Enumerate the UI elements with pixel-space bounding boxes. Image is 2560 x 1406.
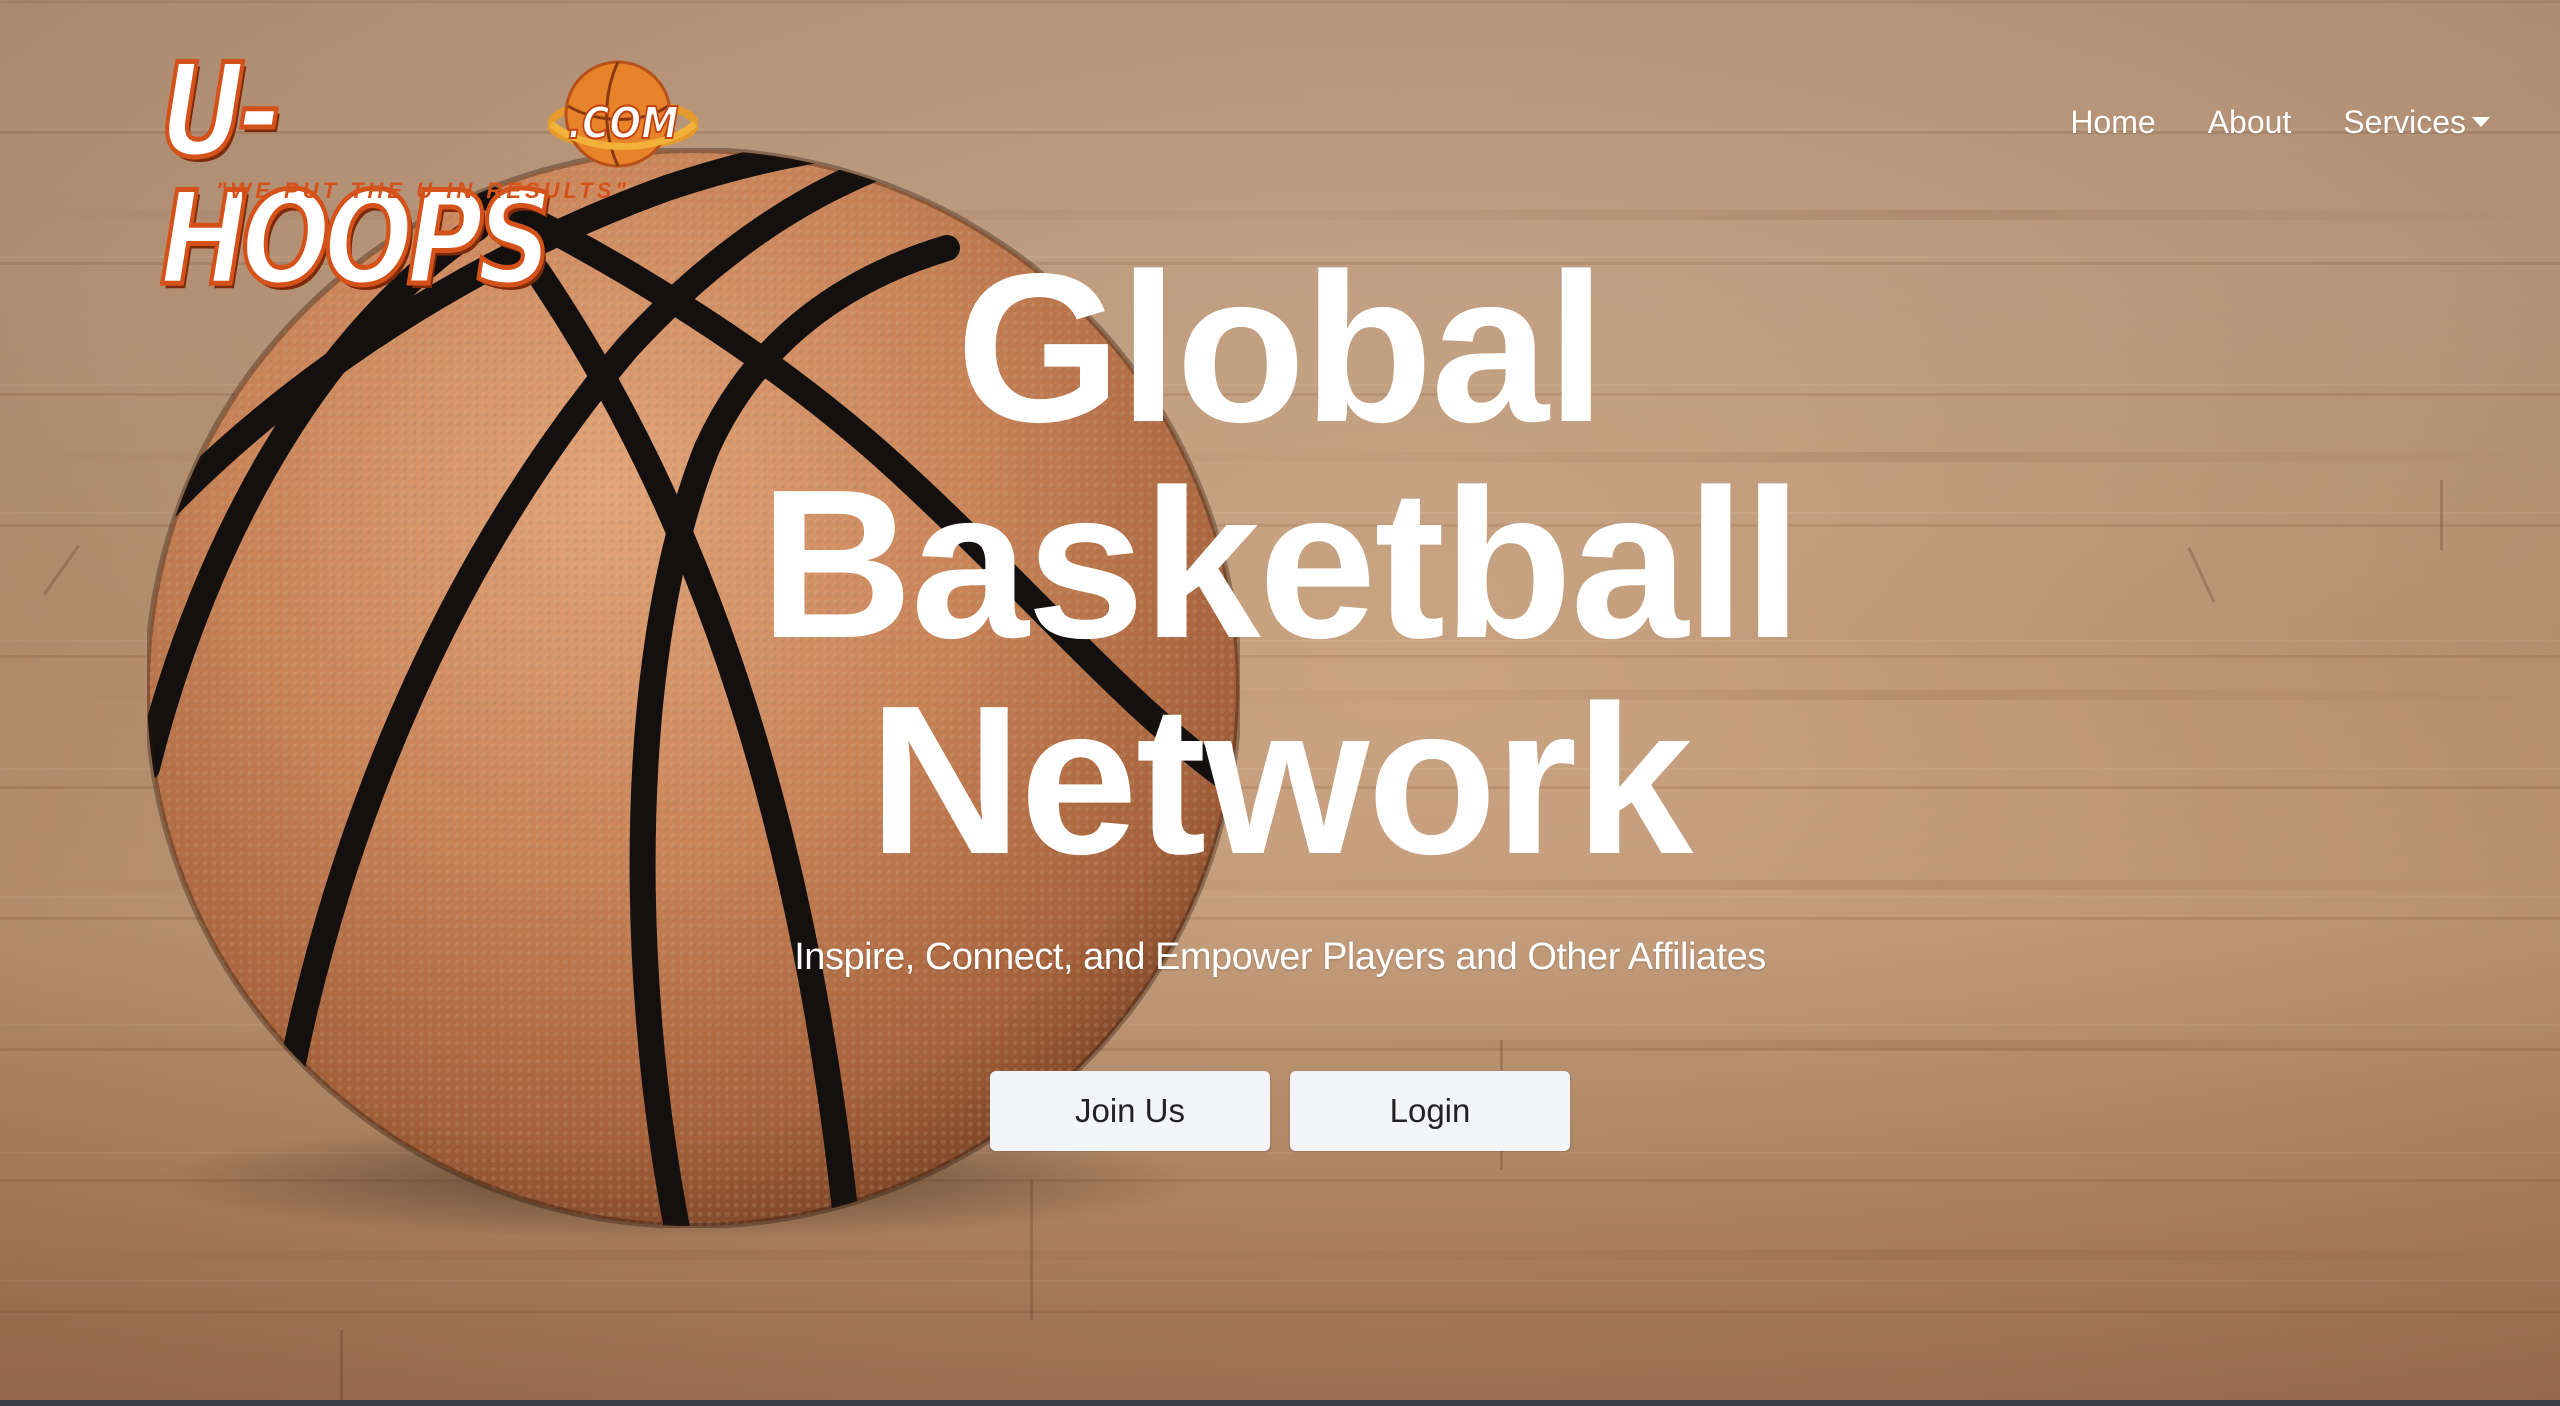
logo-domain: .COM — [567, 97, 679, 150]
logo-tagline: "WE PUT THE U IN RESULTS" — [216, 178, 630, 203]
hero-title: Global Basketball Network — [0, 240, 2560, 888]
hero-actions: Join Us Login — [990, 1071, 1570, 1151]
hero-title-line: Global — [956, 229, 1606, 466]
nav-about-link[interactable]: About — [2208, 104, 2292, 141]
hero-title-line: Basketball — [759, 445, 1803, 682]
hero-title-line: Network — [868, 661, 1693, 898]
u-hoops-logo[interactable]: U-HOOPS .COM "WE PUT THE U IN RESULTS" — [158, 45, 720, 306]
nav-home-link[interactable]: Home — [2070, 104, 2155, 141]
nav-services-dropdown[interactable]: Services — [2343, 104, 2490, 141]
caret-down-icon — [2472, 116, 2490, 127]
login-button[interactable]: Login — [1290, 1071, 1570, 1151]
hero-subtitle: Inspire, Connect, and Empower Players an… — [794, 936, 1766, 978]
join-us-button[interactable]: Join Us — [990, 1071, 1270, 1151]
main-nav: Home About Services — [2070, 104, 2490, 141]
bottom-edge-bar — [0, 1400, 2560, 1406]
nav-services-label: Services — [2343, 104, 2466, 140]
